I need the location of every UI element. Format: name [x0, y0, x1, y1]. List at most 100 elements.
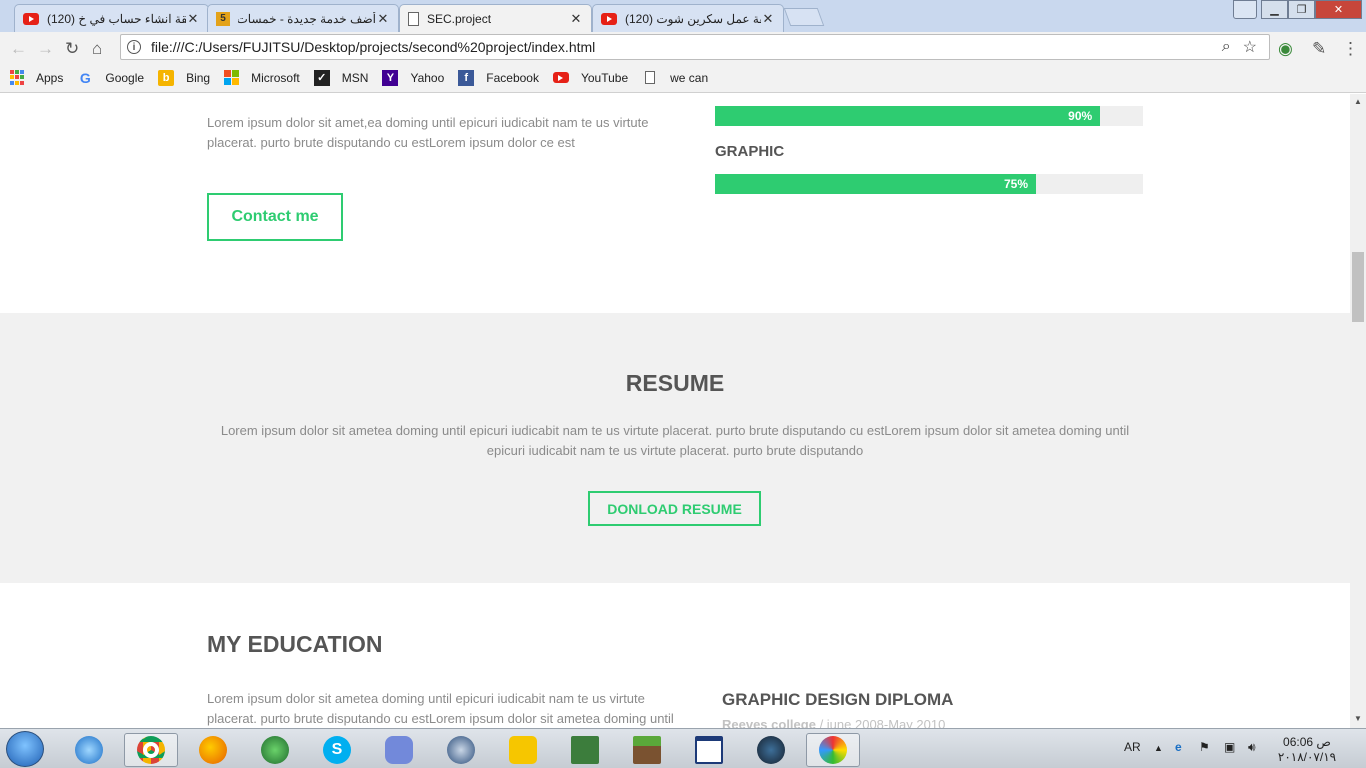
clock-date: ٢٠١٨/٠٧/١٩ — [1277, 750, 1337, 764]
reload-icon[interactable]: ↻ — [65, 39, 79, 59]
zoom-icon[interactable]: ⌕ — [1222, 38, 1231, 56]
home-icon[interactable]: ⌂ — [92, 39, 102, 59]
start-button[interactable] — [6, 731, 44, 767]
internet-explorer-icon[interactable] — [62, 733, 116, 767]
system-clock[interactable]: 06:06 ص ٢٠١٨/٠٧/١٩ — [1272, 735, 1342, 765]
minimize-button[interactable]: ▁ — [1261, 0, 1288, 19]
tab-youtube-account[interactable]: (120) طريقة انشاء حساب في خ ✕ — [14, 4, 209, 32]
bookmark-facebook[interactable]: f Facebook — [458, 68, 539, 88]
minecraft-icon[interactable] — [620, 733, 674, 767]
bookmark-label: Facebook — [486, 70, 539, 85]
bookmark-label: MSN — [341, 70, 369, 85]
bookmark-bing[interactable]: b Bing — [158, 68, 210, 88]
close-icon[interactable]: ✕ — [761, 11, 775, 27]
bookmark-label: Yahoo — [410, 70, 445, 85]
education-school: Reeves college — [722, 717, 816, 728]
show-hidden-icons[interactable]: ▲ — [1154, 743, 1163, 753]
skill-bar-graphic: 75% — [715, 174, 1143, 194]
resume-section: RESUME Lorem ipsum dolor sit ametea domi… — [0, 313, 1350, 583]
scroll-down-icon[interactable]: ▼ — [1354, 714, 1362, 723]
info-icon[interactable]: i — [127, 40, 141, 54]
bookmark-google[interactable]: G Google — [77, 68, 144, 88]
bookmark-we-can[interactable]: we can — [642, 68, 708, 88]
menu-icon[interactable]: ⋮ — [1342, 39, 1359, 59]
bookmark-label: Google — [105, 70, 145, 85]
ie-tray-icon[interactable]: e — [1175, 740, 1182, 754]
education-item-title: GRAPHIC DESIGN DIPLOMA — [722, 690, 954, 709]
google-icon: G — [79, 69, 91, 86]
tab-title: (120) طريقة عمل سكرين شوت — [625, 11, 761, 26]
bookmark-apps[interactable]: Apps — [10, 68, 63, 88]
back-icon[interactable]: ← — [10, 39, 27, 59]
education-dates: / june 2008-May 2010 — [815, 717, 946, 728]
windows-taskbar: S AR ▲ e ⚑ ▣ 🔊︎ 06:06 ص ٢٠١٨/٠٧/١٩ — [0, 728, 1366, 768]
extension-globe-icon[interactable]: ◉ — [1278, 39, 1293, 59]
firefox-icon[interactable] — [186, 733, 240, 767]
tab-khamsat[interactable]: 5 أضف خدمة جديدة - خمسات ✕ — [207, 4, 399, 32]
discord-icon[interactable] — [372, 733, 426, 767]
task-manager-icon[interactable] — [558, 733, 612, 767]
contact-me-button[interactable]: Contact me — [207, 193, 343, 241]
skype-icon[interactable]: S — [310, 733, 364, 767]
extension-eyedropper-icon[interactable]: ✎ — [1312, 39, 1326, 59]
bookmark-msn[interactable]: ✓ MSN — [313, 68, 369, 88]
education-text: Lorem ipsum dolor sit ametea doming unti… — [207, 691, 674, 726]
maximize-button[interactable]: ❐ — [1288, 0, 1315, 19]
bookmark-star-icon[interactable]: ☆ — [1243, 37, 1257, 57]
khamsat-icon: 5 — [216, 11, 230, 26]
bookmarks-bar: Apps G Google b Bing Microsoft ✓ MSN Y Y… — [0, 63, 1366, 93]
bookmark-label: Bing — [186, 70, 211, 85]
clock-time: 06:06 ص — [1283, 735, 1331, 749]
url-text: file:///C:/Users/FUJITSU/Desktop/project… — [151, 39, 596, 55]
action-center-flag-icon[interactable]: ⚑ — [1199, 740, 1210, 754]
about-text: Lorem ipsum dolor sit amet,ea doming unt… — [207, 115, 649, 150]
document-icon — [408, 12, 419, 26]
language-indicator[interactable]: AR — [1124, 740, 1141, 754]
bookmark-yahoo[interactable]: Y Yahoo — [382, 68, 444, 88]
close-icon[interactable]: ✕ — [569, 11, 583, 27]
youtube-icon — [601, 12, 617, 25]
tab-sec-project[interactable]: SEC.project ✕ — [399, 4, 592, 33]
forward-icon[interactable]: → — [37, 39, 54, 59]
tab-strip: (120) طريقة انشاء حساب في خ ✕ 5 أضف خدمة… — [0, 0, 1366, 33]
user-profile-icon[interactable] — [1233, 0, 1257, 19]
skill-label-graphic: GRAPHIC — [715, 143, 785, 160]
scroll-thumb[interactable] — [1352, 252, 1364, 322]
download-resume-button[interactable]: DONLOAD RESUME — [588, 491, 761, 526]
chrome-icon[interactable] — [124, 733, 178, 767]
teamspeak-icon[interactable] — [434, 733, 488, 767]
document-icon — [642, 70, 658, 86]
bookmark-youtube[interactable]: YouTube — [552, 68, 629, 88]
tab-title: أضف خدمة جديدة - خمسات — [238, 11, 376, 26]
education-item-meta: Reeves college / june 2008-May 2010 — [722, 717, 945, 728]
idm-icon[interactable] — [248, 733, 302, 767]
window-controls: ▁ ❐ ✕ — [1261, 0, 1362, 19]
tab-title: (120) طريقة انشاء حساب في خ — [47, 11, 186, 26]
paint-icon[interactable] — [806, 733, 860, 767]
volume-icon[interactable]: 🔊︎ — [1248, 740, 1256, 755]
facebook-icon: f — [458, 69, 475, 86]
microsoft-icon — [224, 69, 240, 86]
youtube-icon — [552, 72, 569, 83]
resume-title: RESUME — [625, 370, 725, 396]
page-scrollbar[interactable]: ▲ ▼ — [1350, 94, 1366, 728]
network-icon[interactable]: ▣ — [1224, 740, 1235, 754]
new-tab-button[interactable] — [783, 8, 825, 26]
bookmark-label: YouTube — [580, 70, 629, 85]
steam-icon[interactable] — [744, 733, 798, 767]
bing-icon: b — [158, 69, 175, 86]
close-window-button[interactable]: ✕ — [1315, 0, 1362, 19]
youtube-icon — [23, 12, 39, 25]
msn-icon: ✓ — [313, 69, 330, 86]
skill-bar: 90% — [715, 106, 1143, 126]
close-icon[interactable]: ✕ — [186, 11, 200, 27]
bookmark-label: Apps — [36, 70, 64, 85]
address-bar[interactable]: i file:///C:/Users/FUJITSU/Desktop/proje… — [120, 34, 1270, 60]
window-icon[interactable] — [682, 733, 736, 767]
scroll-up-icon[interactable]: ▲ — [1354, 97, 1362, 106]
kmplayer-icon[interactable] — [496, 733, 550, 767]
close-icon[interactable]: ✕ — [376, 11, 390, 27]
tab-youtube-screenshot[interactable]: (120) طريقة عمل سكرين شوت ✕ — [592, 4, 784, 32]
bookmark-microsoft[interactable]: Microsoft — [224, 68, 300, 88]
tab-title: SEC.project — [427, 12, 492, 26]
